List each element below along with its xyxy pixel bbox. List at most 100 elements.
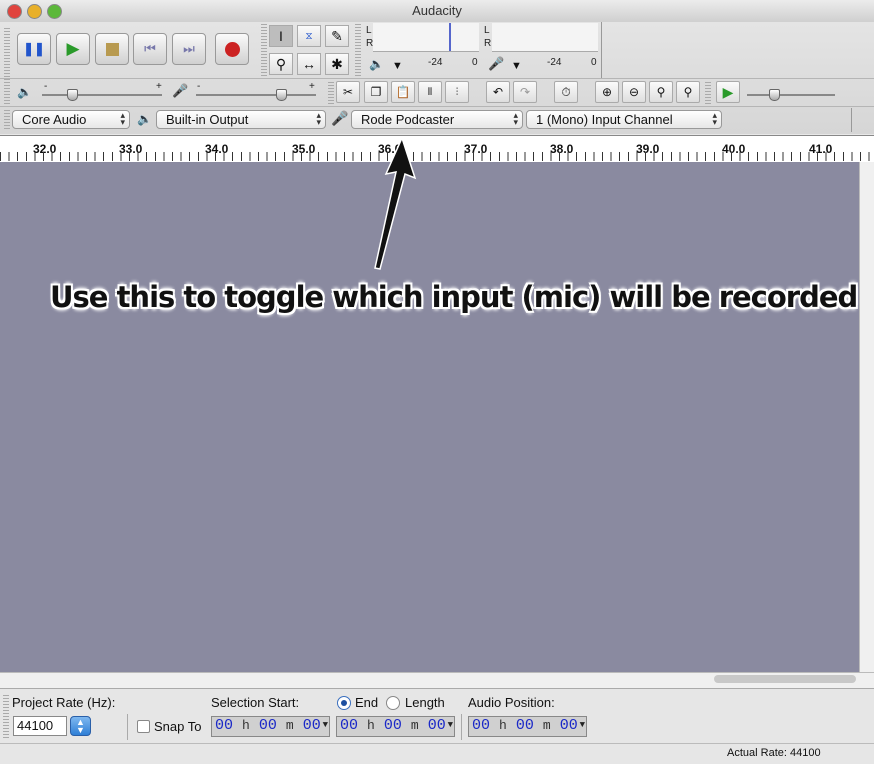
record-meter-menu-button[interactable]: ▼	[511, 60, 522, 72]
time-shift-tool[interactable]: ↔	[297, 53, 321, 75]
undo-icon: ↶	[493, 85, 503, 99]
zoom-out-button[interactable]: ⊖	[622, 81, 646, 103]
minutes-value: 00	[516, 717, 534, 734]
end-label: End	[355, 695, 378, 710]
annotation-text: Use this to toggle which input (mic) wil…	[50, 280, 857, 314]
toolbar-grip[interactable]	[3, 695, 9, 739]
stop-button[interactable]	[95, 33, 129, 65]
record-meter-left[interactable]	[492, 23, 598, 38]
seconds-value: 00	[303, 717, 321, 734]
sync-lock-button[interactable]: ⏱	[554, 81, 578, 103]
play-speed-slider[interactable]	[747, 94, 835, 96]
silence-button[interactable]: ⫶	[445, 81, 469, 103]
silence-audio-icon: ⫶	[456, 87, 459, 98]
slider-max-label: +	[156, 81, 162, 92]
toolbar-grip[interactable]	[4, 110, 10, 130]
envelope-icon: ⧖	[305, 31, 312, 42]
format-menu-arrow-icon[interactable]: ▼	[580, 720, 585, 730]
hours-value: 00	[340, 717, 358, 734]
redo-icon: ↷	[520, 85, 530, 99]
stop-icon	[106, 43, 119, 56]
length-radio[interactable]	[386, 696, 400, 710]
undo-button[interactable]: ↶	[486, 81, 510, 103]
audio-host-select[interactable]: Core Audio▴▾	[12, 110, 130, 129]
slider-max-label: +	[309, 81, 315, 92]
toolbar-grip[interactable]	[4, 82, 10, 104]
record-db-label: -24	[547, 57, 561, 68]
multi-tool[interactable]: ✱	[325, 53, 349, 75]
envelope-tool[interactable]: ⧖	[297, 25, 321, 47]
output-volume-slider[interactable]	[42, 94, 162, 96]
format-menu-arrow-icon[interactable]: ▼	[323, 720, 328, 730]
zoom-fit-selection-icon: ⚲	[657, 85, 666, 99]
audio-position-label: Audio Position:	[468, 695, 555, 710]
minutes-unit: m	[543, 718, 551, 733]
input-volume-knob[interactable]	[276, 89, 287, 101]
title-bar: Audacity	[0, 0, 874, 23]
pause-icon: ❚❚	[23, 41, 45, 57]
horizontal-scroll-thumb[interactable]	[714, 675, 856, 683]
playback-meter-right[interactable]	[373, 37, 479, 52]
length-label: Length	[405, 695, 445, 710]
input-device-select[interactable]: Rode Podcaster▴▾	[351, 110, 523, 129]
playback-meter-left[interactable]	[373, 23, 479, 38]
skip-to-end-button[interactable]: ⏭	[172, 33, 206, 65]
divider	[851, 108, 852, 132]
draw-tool[interactable]: ✎	[325, 25, 349, 47]
redo-button[interactable]: ↷	[513, 81, 537, 103]
vertical-scrollbar[interactable]	[859, 162, 874, 672]
fit-project-button[interactable]: ⚲	[676, 81, 700, 103]
end-radio[interactable]	[337, 696, 351, 710]
output-device-select[interactable]: Built-in Output▴▾	[156, 110, 326, 129]
toolbar-grip[interactable]	[705, 82, 711, 104]
snap-to-checkbox[interactable]	[137, 720, 150, 733]
toolbar-grip[interactable]	[328, 82, 334, 104]
play-button[interactable]: ▶	[56, 33, 90, 65]
play-at-speed-button[interactable]: ▶	[716, 81, 740, 103]
audio-position-timecode[interactable]: 00 h 00 m 00 s▼	[468, 716, 587, 737]
copy-button[interactable]: ❐	[364, 81, 388, 103]
record-button[interactable]	[215, 33, 249, 65]
selection-start-timecode[interactable]: 00 h 00 m 00 s▼	[211, 716, 330, 737]
cut-button[interactable]: ✂	[336, 81, 360, 103]
project-rate-dropdown[interactable]: ▲▼	[70, 716, 91, 736]
project-rate-input[interactable]: 44100	[13, 716, 67, 736]
input-volume-slider[interactable]	[196, 94, 316, 96]
selection-tool[interactable]: I	[269, 25, 293, 47]
double-arrow-icon: ↔	[302, 56, 316, 72]
speaker-icon: 🔈	[137, 112, 152, 126]
slider-min-label: -	[197, 81, 200, 92]
zoom-tool[interactable]: ⚲	[269, 53, 293, 75]
pause-button[interactable]: ❚❚	[17, 33, 51, 65]
paste-button[interactable]: 📋	[391, 81, 415, 103]
input-device-value: Rode Podcaster	[361, 112, 454, 127]
snap-to-label: Snap To	[154, 719, 201, 734]
output-volume-knob[interactable]	[67, 89, 78, 101]
minutes-unit: m	[286, 718, 294, 733]
microphone-icon: 🎤	[331, 110, 348, 127]
playback-db-label: 0	[472, 57, 478, 68]
toolbar-grip[interactable]	[261, 24, 267, 76]
skip-to-start-button[interactable]: ⏮	[133, 33, 167, 65]
selection-end-timecode[interactable]: 00 h 00 m 00 s▼	[336, 716, 455, 737]
toolbar-area: ❚❚ ▶ ⏮ ⏭ I ⧖ ✎ ⚲ ↔ ✱ L R L R 🔈 ▼ -24 0 🎤…	[0, 22, 874, 134]
trim-button[interactable]: ⫴	[418, 81, 442, 103]
divider	[127, 714, 128, 740]
hours-unit: h	[367, 718, 375, 733]
playback-meter-menu-button[interactable]: ▼	[392, 60, 403, 72]
zoom-in-button[interactable]: ⊕	[595, 81, 619, 103]
format-menu-arrow-icon[interactable]: ▼	[448, 720, 453, 730]
select-arrows-icon: ▴▾	[120, 112, 125, 126]
meter-left-label: L	[366, 25, 372, 36]
fit-selection-button[interactable]: ⚲	[649, 81, 673, 103]
divider	[461, 714, 462, 740]
hours-unit: h	[242, 718, 250, 733]
minutes-value: 00	[384, 717, 402, 734]
toolbar-grip[interactable]	[355, 24, 361, 76]
input-channels-select[interactable]: 1 (Mono) Input Channel▴▾	[526, 110, 722, 129]
play-speed-knob[interactable]	[769, 89, 780, 101]
record-meter-right[interactable]	[492, 37, 598, 52]
input-channels-value: 1 (Mono) Input Channel	[536, 112, 673, 127]
selection-start-label: Selection Start:	[211, 695, 299, 710]
trim-audio-icon: ⫴	[428, 87, 432, 98]
